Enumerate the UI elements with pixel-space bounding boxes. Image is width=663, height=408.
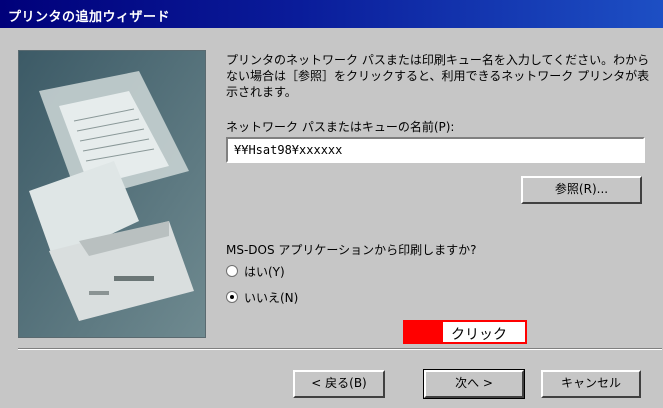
window-title: プリンタの追加ウィザード	[8, 10, 171, 25]
radio-yes-label[interactable]: はい(Y)	[244, 263, 285, 280]
path-label: ネットワーク パスまたはキューの名前(P):	[226, 120, 455, 134]
msdos-question: MS-DOS アプリケーションから印刷しますか?	[226, 243, 477, 257]
printer-illustration-icon	[19, 51, 205, 337]
radio-yes-icon[interactable]	[226, 265, 238, 277]
wizard-printer-image	[18, 50, 206, 338]
click-callout: クリック	[403, 320, 527, 344]
callout-red-block	[405, 322, 443, 342]
cancel-button[interactable]: キャンセル	[541, 370, 641, 398]
back-button[interactable]: < 戻る(B)	[293, 370, 385, 398]
network-path-input[interactable]	[226, 137, 645, 163]
footer-separator	[18, 348, 662, 350]
next-button[interactable]: 次へ >	[423, 369, 525, 399]
radio-no-label[interactable]: いいえ(N)	[244, 289, 298, 306]
browse-button[interactable]: 参照(R)...	[521, 176, 642, 204]
radio-no-icon[interactable]	[226, 291, 238, 303]
callout-label: クリック	[451, 327, 507, 343]
title-bar[interactable]: プリンタの追加ウィザード	[0, 0, 663, 28]
add-printer-wizard-window: プリンタの追加ウィザード プリンタのネットワーク パスまたは印刷キュー名を入力し…	[0, 0, 663, 408]
instruction-text: プリンタのネットワーク パスまたは印刷キュー名を入力してください。わからない場合…	[226, 53, 650, 99]
